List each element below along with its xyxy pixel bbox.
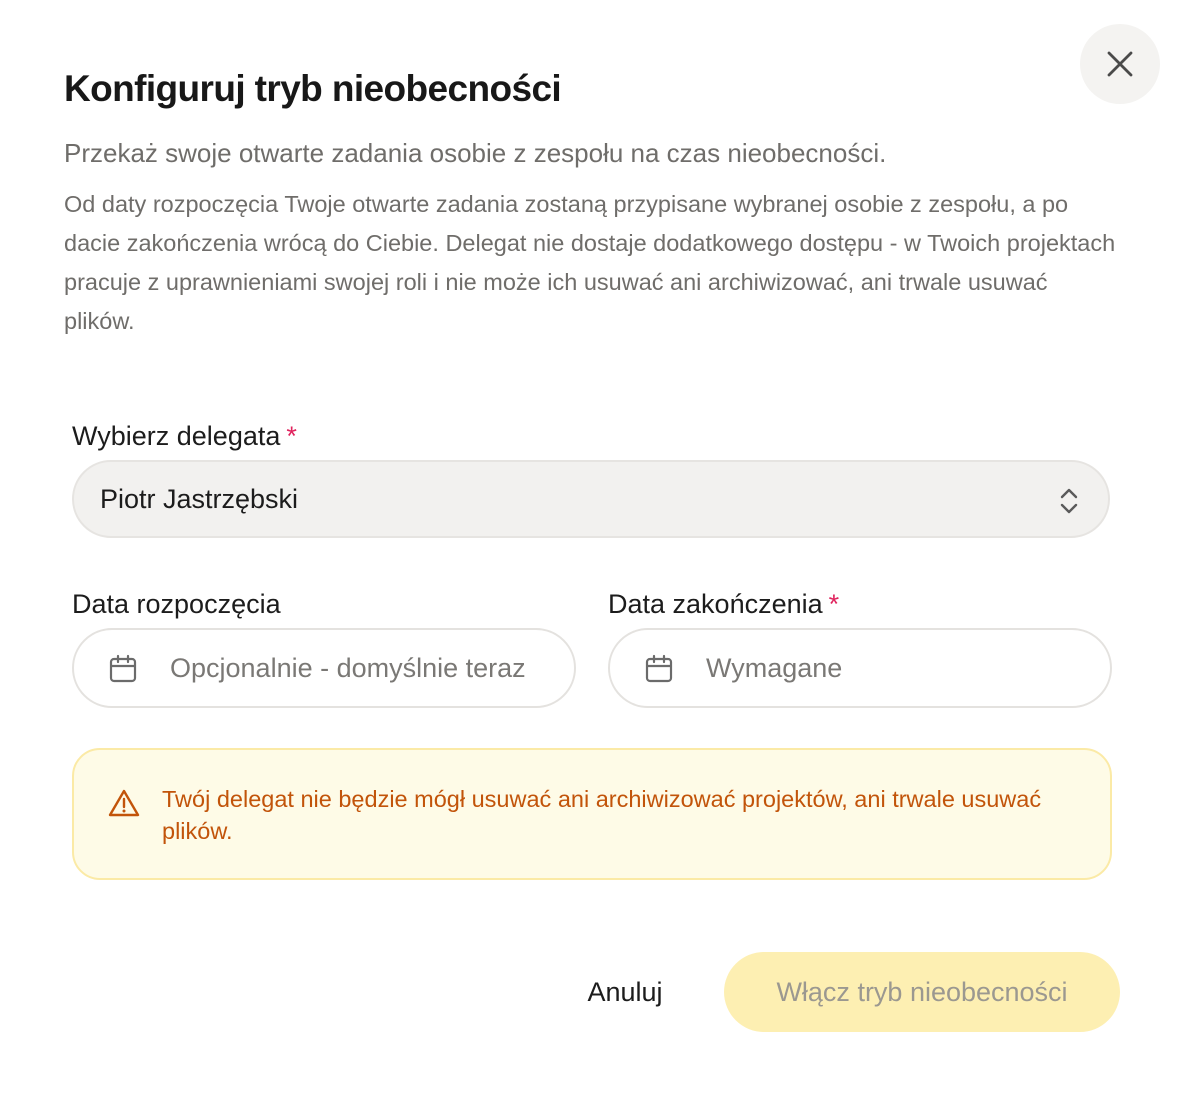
dialog-subtitle: Przekaż swoje otwarte zadania osobie z z… xyxy=(64,138,887,168)
start-date-label-text: Data rozpoczęcia xyxy=(72,589,281,619)
end-date-label-text: Data zakończenia xyxy=(608,589,823,619)
end-date-field[interactable] xyxy=(608,628,1112,708)
calendar-icon xyxy=(109,654,137,683)
chevron-up-down-icon xyxy=(1060,488,1078,514)
enable-away-mode-button[interactable]: Włącz tryb nieobecności xyxy=(724,952,1120,1032)
end-date-input[interactable] xyxy=(706,646,1086,690)
calendar-icon xyxy=(645,654,673,683)
dialog-description: Od daty rozpoczęcia Twoje otwarte zadani… xyxy=(64,191,1116,334)
delegate-label-text: Wybierz delegata xyxy=(72,421,281,451)
warning-text: Twój delegat nie będzie mógł usuwać ani … xyxy=(162,786,1042,844)
delegate-label: Wybierz delegata * xyxy=(72,421,297,452)
required-mark: * xyxy=(828,589,840,619)
cancel-button[interactable]: Anuluj xyxy=(560,954,690,1030)
start-date-input[interactable] xyxy=(170,646,550,690)
end-date-label: Data zakończenia * xyxy=(608,589,839,620)
delegate-select[interactable]: Piotr Jastrzębski xyxy=(72,460,1110,538)
close-button[interactable] xyxy=(1080,24,1160,104)
warning-triangle-icon xyxy=(108,789,140,817)
warning-banner: Twój delegat nie będzie mógł usuwać ani … xyxy=(72,748,1112,880)
away-mode-dialog: Konfiguruj tryb nieobecności Przekaż swo… xyxy=(0,0,1184,1096)
dialog-title: Konfiguruj tryb nieobecności xyxy=(64,68,562,109)
required-mark: * xyxy=(286,421,297,451)
close-icon xyxy=(1107,51,1133,77)
start-date-field[interactable] xyxy=(72,628,576,708)
start-date-label: Data rozpoczęcia xyxy=(72,589,281,620)
delegate-selected-value: Piotr Jastrzębski xyxy=(100,483,299,514)
